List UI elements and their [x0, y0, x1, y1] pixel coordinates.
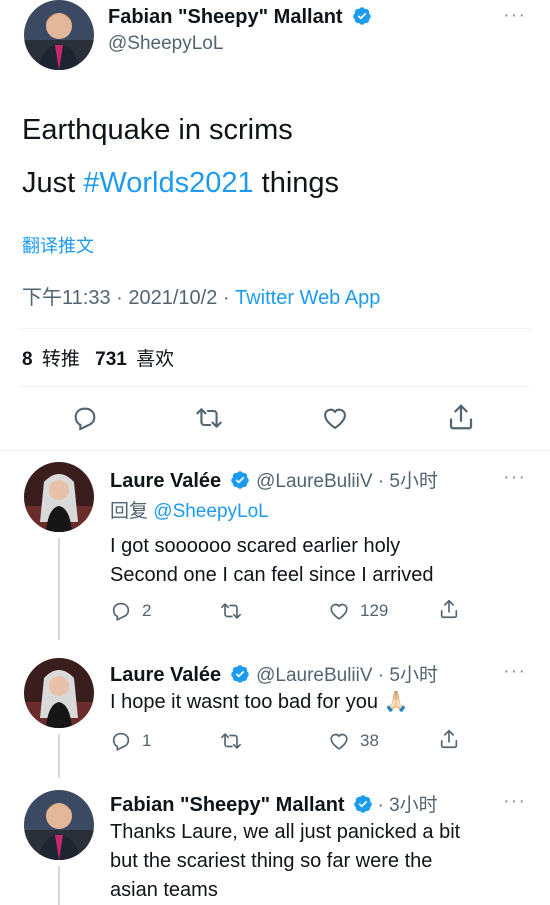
retweet-count[interactable]: 8 [22, 349, 33, 370]
author-name-row: Fabian "Sheepy" Mallant [108, 6, 372, 29]
reply-avatar[interactable] [24, 658, 94, 728]
tweet-timestamp[interactable]: 下午11:33 · 2021/10/2 · [22, 287, 235, 309]
share-icon [440, 729, 458, 749]
reply-text: I hope it wasnt too bad for you 🙏🏻 [110, 688, 408, 717]
translate-tweet-link[interactable]: 翻译推文 [22, 232, 94, 258]
more-options-button[interactable]: ··· [503, 4, 526, 27]
retweet-button[interactable] [220, 730, 242, 752]
like-button[interactable]: 38 [328, 730, 379, 752]
reply-avatar[interactable] [24, 790, 94, 860]
tweet-timestamp-row: 下午11:33 · 2021/10/2 · Twitter Web App [22, 281, 380, 310]
retweet-button[interactable] [194, 404, 224, 437]
reply-author-name[interactable]: Laure Valée [110, 470, 221, 492]
reply-count: 2 [142, 601, 152, 620]
like-label[interactable]: 喜欢 [136, 349, 174, 370]
share-icon [449, 404, 473, 430]
reply-line: Second one I can feel since I arrived [110, 564, 434, 586]
reply-button[interactable] [71, 404, 99, 437]
reply-button[interactable]: 2 [110, 600, 151, 622]
reply-author-handle[interactable]: @LaureBuliiV · 5小时 [256, 471, 438, 492]
author-name: Fabian "Sheepy" Mallant [108, 6, 343, 28]
divider [20, 328, 530, 329]
thread-line [58, 734, 60, 778]
tweet-source-link[interactable]: Twitter Web App [235, 287, 380, 309]
verified-icon [230, 471, 249, 489]
reply-timestamp[interactable]: · 3小时 [377, 795, 437, 816]
thread-line [58, 538, 60, 640]
reply-header: Laure Valée @LaureBuliiV · 5小时 [110, 660, 438, 687]
reply-line: I hope it wasnt too bad for you 🙏🏻 [110, 691, 409, 713]
retweet-icon [221, 603, 241, 619]
replying-to: 回复 @SheepyLoL [110, 501, 269, 522]
reply-avatar[interactable] [24, 462, 94, 532]
like-button[interactable] [320, 404, 350, 437]
reply-line: but the scariest thing so far were the [110, 850, 433, 872]
reply-avatar-image [24, 790, 94, 860]
more-options-button[interactable]: ··· [503, 466, 526, 489]
tweet-text: Earthquake in scrims Just #Worlds2021 th… [22, 104, 339, 210]
reply-text: Thanks Laure, we all just panicked a bit… [110, 818, 460, 905]
hashtag-link[interactable]: #Worlds2021 [83, 167, 253, 199]
like-button[interactable]: 129 [328, 600, 388, 622]
reply-author-name[interactable]: Laure Valée [110, 664, 221, 686]
author-avatar[interactable] [24, 0, 94, 70]
share-button[interactable] [446, 402, 476, 437]
tweet-line-1: Earthquake in scrims [22, 114, 293, 146]
tweet-stats: 8 转推 731 喜欢 [22, 344, 174, 371]
divider [0, 450, 550, 451]
author-info[interactable]: Fabian "Sheepy" Mallant @SheepyLoL [108, 6, 372, 55]
reply-avatar-image [24, 462, 94, 532]
like-count: 38 [360, 731, 379, 750]
reply-avatar-image [24, 658, 94, 728]
replying-to-handle[interactable]: @SheepyLoL [153, 501, 268, 522]
share-button[interactable] [438, 598, 460, 620]
reply-author-handle[interactable]: @LaureBuliiV · 5小时 [256, 665, 438, 686]
verified-icon [354, 795, 372, 813]
reply-line: I got soooooo scared earlier holy [110, 535, 401, 557]
reply-button[interactable]: 1 [110, 730, 151, 752]
reply-header: Fabian "Sheepy" Mallant · 3小时 [110, 790, 438, 817]
thread-line [58, 866, 60, 905]
share-button[interactable] [438, 728, 460, 750]
retweet-icon [196, 408, 222, 428]
reply-header: Laure Valée @LaureBuliiV · 5小时 [110, 466, 438, 493]
author-handle: @SheepyLoL [108, 33, 224, 54]
more-options-button[interactable]: ··· [503, 660, 526, 683]
reply-icon [112, 732, 130, 752]
reply-icon [112, 602, 130, 622]
like-count[interactable]: 731 [95, 349, 127, 370]
divider [20, 386, 530, 387]
reply-line: asian teams [110, 879, 218, 901]
heart-icon [330, 603, 348, 620]
tweet-line-2: Just #Worlds2021 things [22, 167, 340, 199]
retweet-label[interactable]: 转推 [42, 349, 80, 370]
retweet-icon [221, 733, 241, 749]
retweet-button[interactable] [220, 600, 242, 622]
reply-icon [74, 407, 96, 431]
author-avatar-image [24, 0, 94, 70]
reply-line: Thanks Laure, we all just panicked a bit [110, 821, 461, 843]
share-icon [440, 599, 458, 619]
verified-icon [353, 7, 371, 25]
reply-text: I got soooooo scared earlier holy Second… [110, 532, 434, 590]
heart-icon [324, 408, 346, 430]
more-options-button[interactable]: ··· [503, 790, 526, 813]
like-count: 129 [360, 601, 389, 620]
reply-author-name[interactable]: Fabian "Sheepy" Mallant [110, 794, 345, 816]
heart-icon [330, 733, 348, 750]
verified-icon [230, 665, 249, 683]
reply-count: 1 [142, 731, 152, 750]
